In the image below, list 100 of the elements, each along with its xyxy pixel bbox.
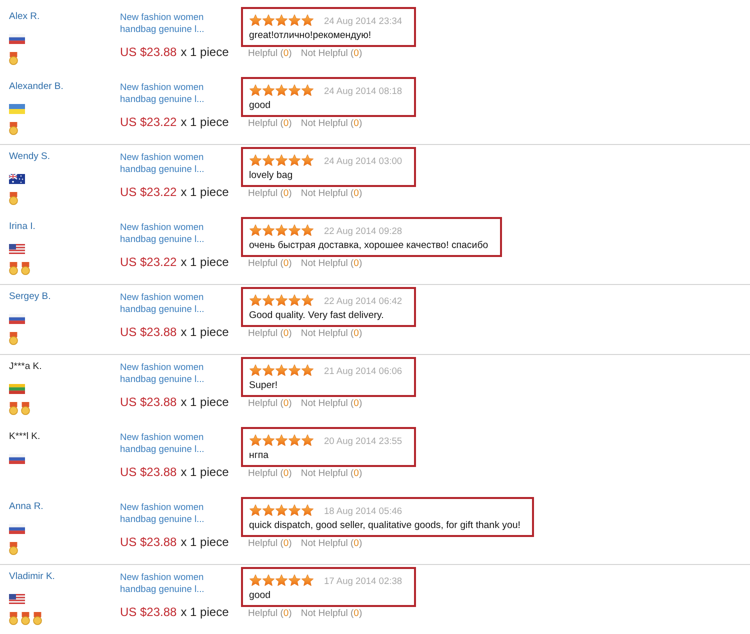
review-text: Good quality. Very fast delivery. xyxy=(249,310,384,322)
star-icon xyxy=(262,574,275,587)
star-icon xyxy=(262,84,275,97)
helpful-link[interactable]: Helpful (0) xyxy=(248,468,292,480)
product-title-link[interactable]: New fashion women handbag genuine l... xyxy=(120,11,228,35)
star-icon xyxy=(275,84,288,97)
quantity-text: x 1 piece xyxy=(180,45,229,59)
product-title-link[interactable]: New fashion women handbag genuine l... xyxy=(120,571,228,595)
helpful-link[interactable]: Helpful (0) xyxy=(248,188,292,200)
quantity-text: x 1 piece xyxy=(180,185,229,199)
medal-icon xyxy=(9,262,18,275)
star-icon xyxy=(275,14,288,27)
star-icon xyxy=(301,434,314,447)
not-helpful-link[interactable]: Not Helpful (0) xyxy=(300,608,362,620)
buyer-name-link[interactable]: Alex R. xyxy=(9,11,40,23)
product-title-link[interactable]: New fashion women handbag genuine l... xyxy=(120,361,228,385)
buyer-name-link[interactable]: Wendy S. xyxy=(9,151,50,163)
star-icon xyxy=(249,364,262,377)
buyer-name-link[interactable]: Vladimir K. xyxy=(9,571,55,583)
star-icon xyxy=(301,14,314,27)
review-text: нгпа xyxy=(249,450,269,462)
star-icon xyxy=(288,504,301,517)
not-helpful-link[interactable]: Not Helpful (0) xyxy=(300,188,362,200)
review-text: Super! xyxy=(249,380,278,392)
star-icon xyxy=(275,364,288,377)
helpful-link[interactable]: Helpful (0) xyxy=(248,398,292,410)
buyer-name-link[interactable]: Sergey B. xyxy=(9,291,51,303)
unit-price: US $23.88 xyxy=(120,535,177,549)
helpful-link[interactable]: Helpful (0) xyxy=(248,328,292,340)
review-date: 22 Aug 2014 09:28 xyxy=(324,224,402,236)
unit-price: US $23.88 xyxy=(120,465,177,479)
helpful-link[interactable]: Helpful (0) xyxy=(248,118,292,130)
star-icon xyxy=(262,154,275,167)
not-helpful-link[interactable]: Not Helpful (0) xyxy=(300,468,362,480)
star-icon xyxy=(288,84,301,97)
medal-icon xyxy=(9,192,18,205)
star-icon xyxy=(288,574,301,587)
star-icon xyxy=(262,224,275,237)
product-title-link[interactable]: New fashion women handbag genuine l... xyxy=(120,151,228,175)
buyer-name-link[interactable]: Irina I. xyxy=(9,221,36,233)
review-text: great!отлично!рекомендую! xyxy=(249,30,372,42)
medal-icon xyxy=(9,122,18,135)
unit-price: US $23.88 xyxy=(120,325,177,339)
star-icon xyxy=(249,224,262,237)
medal-icon xyxy=(33,612,42,625)
medal-icon xyxy=(21,612,30,625)
quantity-text: x 1 piece xyxy=(180,465,229,479)
star-icon xyxy=(275,504,288,517)
star-icon xyxy=(262,294,275,307)
not-helpful-link[interactable]: Not Helpful (0) xyxy=(300,538,362,550)
unit-price: US $23.22 xyxy=(120,115,177,129)
review-date: 18 Aug 2014 05:46 xyxy=(324,504,402,516)
review-date: 24 Aug 2014 08:18 xyxy=(324,84,402,96)
review-date: 22 Aug 2014 06:42 xyxy=(324,294,402,306)
helpful-link[interactable]: Helpful (0) xyxy=(248,608,292,620)
unit-price: US $23.88 xyxy=(120,605,177,619)
star-icon xyxy=(301,294,314,307)
quantity-text: x 1 piece xyxy=(180,535,229,549)
unit-price: US $23.88 xyxy=(120,395,177,409)
product-title-link[interactable]: New fashion women handbag genuine l... xyxy=(120,221,228,245)
buyer-name: K***l K. xyxy=(9,431,40,443)
star-icon xyxy=(275,574,288,587)
product-title-link[interactable]: New fashion women handbag genuine l... xyxy=(120,501,228,525)
medal-icon xyxy=(9,612,18,625)
medal-icon xyxy=(9,52,18,65)
not-helpful-link[interactable]: Not Helpful (0) xyxy=(300,398,362,410)
buyer-name-link[interactable]: Anna R. xyxy=(9,501,44,513)
product-title-link[interactable]: New fashion women handbag genuine l... xyxy=(120,81,228,105)
not-helpful-link[interactable]: Not Helpful (0) xyxy=(300,328,362,340)
star-icon xyxy=(249,574,262,587)
star-icon xyxy=(301,84,314,97)
review-text: lovely bag xyxy=(249,170,293,182)
quantity-text: x 1 piece xyxy=(180,605,229,619)
not-helpful-link[interactable]: Not Helpful (0) xyxy=(300,118,362,130)
product-title-link[interactable]: New fashion women handbag genuine l... xyxy=(120,431,228,455)
star-icon xyxy=(288,294,301,307)
helpful-link[interactable]: Helpful (0) xyxy=(248,258,292,270)
quantity-text: x 1 piece xyxy=(180,115,229,129)
star-icon xyxy=(249,14,262,27)
star-icon xyxy=(275,224,288,237)
unit-price: US $23.22 xyxy=(120,255,177,269)
helpful-link[interactable]: Helpful (0) xyxy=(248,538,292,550)
star-icon xyxy=(301,154,314,167)
star-icon xyxy=(288,224,301,237)
medal-icon xyxy=(9,402,18,415)
star-icon xyxy=(249,154,262,167)
review-date: 24 Aug 2014 23:34 xyxy=(324,14,402,26)
star-icon xyxy=(288,14,301,27)
review-text: quick dispatch, good seller, qualitative goods, for gift thank you! xyxy=(249,520,520,532)
medal-icon xyxy=(9,332,18,345)
star-icon xyxy=(249,294,262,307)
review-text: good xyxy=(249,100,271,112)
not-helpful-link[interactable]: Not Helpful (0) xyxy=(300,48,362,60)
product-title-link[interactable]: New fashion women handbag genuine l... xyxy=(120,291,228,315)
buyer-name-link[interactable]: Alexander B. xyxy=(9,81,64,93)
star-icon xyxy=(275,294,288,307)
quantity-text: x 1 piece xyxy=(180,395,229,409)
not-helpful-link[interactable]: Not Helpful (0) xyxy=(300,258,362,270)
review-date: 17 Aug 2014 02:38 xyxy=(324,574,402,586)
helpful-link[interactable]: Helpful (0) xyxy=(248,48,292,60)
